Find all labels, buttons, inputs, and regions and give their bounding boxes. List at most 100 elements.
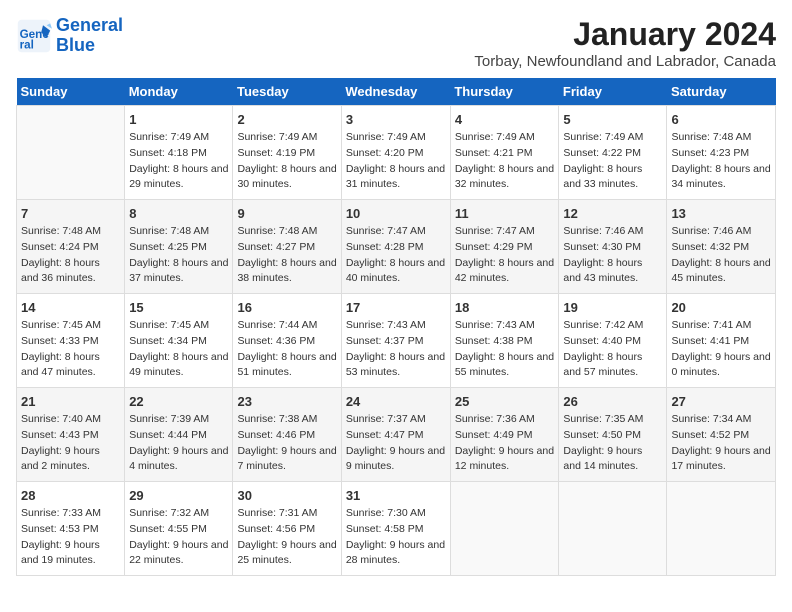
day-number: 4 [455, 112, 555, 127]
day-number: 16 [237, 300, 336, 315]
day-info: Sunrise: 7:34 AMSunset: 4:52 PMDaylight:… [671, 413, 770, 472]
day-number: 6 [671, 112, 771, 127]
day-info: Sunrise: 7:35 AMSunset: 4:50 PMDaylight:… [563, 413, 643, 472]
logo: Gene ral General Blue [16, 16, 123, 56]
calendar-cell: 15 Sunrise: 7:45 AMSunset: 4:34 PMDaylig… [125, 294, 233, 388]
day-number: 19 [563, 300, 662, 315]
day-info: Sunrise: 7:33 AMSunset: 4:53 PMDaylight:… [21, 507, 101, 566]
day-info: Sunrise: 7:39 AMSunset: 4:44 PMDaylight:… [129, 413, 228, 472]
calendar-cell: 28 Sunrise: 7:33 AMSunset: 4:53 PMDaylig… [17, 482, 125, 576]
header-monday: Monday [125, 78, 233, 106]
day-info: Sunrise: 7:43 AMSunset: 4:38 PMDaylight:… [455, 319, 554, 378]
calendar-week-2: 7 Sunrise: 7:48 AMSunset: 4:24 PMDayligh… [17, 200, 776, 294]
day-info: Sunrise: 7:32 AMSunset: 4:55 PMDaylight:… [129, 507, 228, 566]
calendar-cell [559, 482, 667, 576]
calendar-cell: 21 Sunrise: 7:40 AMSunset: 4:43 PMDaylig… [17, 388, 125, 482]
day-info: Sunrise: 7:47 AMSunset: 4:29 PMDaylight:… [455, 225, 554, 284]
day-info: Sunrise: 7:48 AMSunset: 4:27 PMDaylight:… [237, 225, 336, 284]
day-info: Sunrise: 7:48 AMSunset: 4:24 PMDaylight:… [21, 225, 101, 284]
calendar-week-1: 1 Sunrise: 7:49 AMSunset: 4:18 PMDayligh… [17, 106, 776, 200]
header-thursday: Thursday [450, 78, 559, 106]
calendar-cell: 5 Sunrise: 7:49 AMSunset: 4:22 PMDayligh… [559, 106, 667, 200]
day-number: 7 [21, 206, 120, 221]
calendar-cell: 10 Sunrise: 7:47 AMSunset: 4:28 PMDaylig… [341, 200, 450, 294]
day-number: 22 [129, 394, 228, 409]
day-number: 13 [671, 206, 771, 221]
calendar-cell: 14 Sunrise: 7:45 AMSunset: 4:33 PMDaylig… [17, 294, 125, 388]
subtitle: Torbay, Newfoundland and Labrador, Canad… [474, 53, 776, 70]
header-wednesday: Wednesday [341, 78, 450, 106]
calendar-week-5: 28 Sunrise: 7:33 AMSunset: 4:53 PMDaylig… [17, 482, 776, 576]
day-info: Sunrise: 7:45 AMSunset: 4:33 PMDaylight:… [21, 319, 101, 378]
day-number: 10 [346, 206, 446, 221]
day-info: Sunrise: 7:31 AMSunset: 4:56 PMDaylight:… [237, 507, 336, 566]
calendar-cell: 12 Sunrise: 7:46 AMSunset: 4:30 PMDaylig… [559, 200, 667, 294]
day-info: Sunrise: 7:46 AMSunset: 4:30 PMDaylight:… [563, 225, 643, 284]
day-number: 1 [129, 112, 228, 127]
calendar-cell: 4 Sunrise: 7:49 AMSunset: 4:21 PMDayligh… [450, 106, 559, 200]
day-number: 5 [563, 112, 662, 127]
calendar-body: 1 Sunrise: 7:49 AMSunset: 4:18 PMDayligh… [17, 106, 776, 576]
day-number: 14 [21, 300, 120, 315]
logo-line2: Blue [56, 35, 95, 55]
day-number: 17 [346, 300, 446, 315]
day-info: Sunrise: 7:30 AMSunset: 4:58 PMDaylight:… [346, 507, 445, 566]
day-info: Sunrise: 7:49 AMSunset: 4:19 PMDaylight:… [237, 131, 336, 190]
day-number: 30 [237, 488, 336, 503]
calendar-cell: 9 Sunrise: 7:48 AMSunset: 4:27 PMDayligh… [233, 200, 341, 294]
calendar-cell: 6 Sunrise: 7:48 AMSunset: 4:23 PMDayligh… [667, 106, 776, 200]
day-number: 3 [346, 112, 446, 127]
calendar-cell: 18 Sunrise: 7:43 AMSunset: 4:38 PMDaylig… [450, 294, 559, 388]
calendar-header: Sunday Monday Tuesday Wednesday Thursday… [17, 78, 776, 106]
day-info: Sunrise: 7:43 AMSunset: 4:37 PMDaylight:… [346, 319, 445, 378]
day-info: Sunrise: 7:49 AMSunset: 4:18 PMDaylight:… [129, 131, 228, 190]
day-number: 2 [237, 112, 336, 127]
logo-line1: General [56, 15, 123, 35]
header-saturday: Saturday [667, 78, 776, 106]
calendar-cell: 23 Sunrise: 7:38 AMSunset: 4:46 PMDaylig… [233, 388, 341, 482]
day-number: 15 [129, 300, 228, 315]
day-info: Sunrise: 7:48 AMSunset: 4:23 PMDaylight:… [671, 131, 770, 190]
header-row: Sunday Monday Tuesday Wednesday Thursday… [17, 78, 776, 106]
calendar-cell: 29 Sunrise: 7:32 AMSunset: 4:55 PMDaylig… [125, 482, 233, 576]
calendar-cell: 31 Sunrise: 7:30 AMSunset: 4:58 PMDaylig… [341, 482, 450, 576]
calendar-cell: 26 Sunrise: 7:35 AMSunset: 4:50 PMDaylig… [559, 388, 667, 482]
day-info: Sunrise: 7:40 AMSunset: 4:43 PMDaylight:… [21, 413, 101, 472]
calendar-week-4: 21 Sunrise: 7:40 AMSunset: 4:43 PMDaylig… [17, 388, 776, 482]
header-area: Gene ral General Blue January 2024 Torba… [16, 16, 776, 70]
day-info: Sunrise: 7:37 AMSunset: 4:47 PMDaylight:… [346, 413, 445, 472]
day-info: Sunrise: 7:38 AMSunset: 4:46 PMDaylight:… [237, 413, 336, 472]
calendar-cell: 30 Sunrise: 7:31 AMSunset: 4:56 PMDaylig… [233, 482, 341, 576]
title-area: January 2024 Torbay, Newfoundland and La… [474, 16, 776, 70]
day-number: 12 [563, 206, 662, 221]
main-title: January 2024 [474, 16, 776, 53]
day-number: 23 [237, 394, 336, 409]
calendar-cell: 2 Sunrise: 7:49 AMSunset: 4:19 PMDayligh… [233, 106, 341, 200]
day-info: Sunrise: 7:49 AMSunset: 4:21 PMDaylight:… [455, 131, 554, 190]
calendar-week-3: 14 Sunrise: 7:45 AMSunset: 4:33 PMDaylig… [17, 294, 776, 388]
calendar-cell: 20 Sunrise: 7:41 AMSunset: 4:41 PMDaylig… [667, 294, 776, 388]
logo-icon: Gene ral [16, 18, 52, 54]
day-number: 28 [21, 488, 120, 503]
day-number: 21 [21, 394, 120, 409]
calendar-table: Sunday Monday Tuesday Wednesday Thursday… [16, 78, 776, 576]
calendar-cell: 8 Sunrise: 7:48 AMSunset: 4:25 PMDayligh… [125, 200, 233, 294]
day-info: Sunrise: 7:46 AMSunset: 4:32 PMDaylight:… [671, 225, 770, 284]
day-number: 8 [129, 206, 228, 221]
calendar-cell: 16 Sunrise: 7:44 AMSunset: 4:36 PMDaylig… [233, 294, 341, 388]
calendar-cell [667, 482, 776, 576]
calendar-cell: 17 Sunrise: 7:43 AMSunset: 4:37 PMDaylig… [341, 294, 450, 388]
day-number: 9 [237, 206, 336, 221]
calendar-cell: 7 Sunrise: 7:48 AMSunset: 4:24 PMDayligh… [17, 200, 125, 294]
day-number: 11 [455, 206, 555, 221]
calendar-cell: 1 Sunrise: 7:49 AMSunset: 4:18 PMDayligh… [125, 106, 233, 200]
day-number: 27 [671, 394, 771, 409]
calendar-cell: 27 Sunrise: 7:34 AMSunset: 4:52 PMDaylig… [667, 388, 776, 482]
calendar-cell: 24 Sunrise: 7:37 AMSunset: 4:47 PMDaylig… [341, 388, 450, 482]
header-tuesday: Tuesday [233, 78, 341, 106]
calendar-cell: 11 Sunrise: 7:47 AMSunset: 4:29 PMDaylig… [450, 200, 559, 294]
calendar-cell: 19 Sunrise: 7:42 AMSunset: 4:40 PMDaylig… [559, 294, 667, 388]
day-number: 20 [671, 300, 771, 315]
calendar-cell [450, 482, 559, 576]
day-info: Sunrise: 7:49 AMSunset: 4:20 PMDaylight:… [346, 131, 445, 190]
